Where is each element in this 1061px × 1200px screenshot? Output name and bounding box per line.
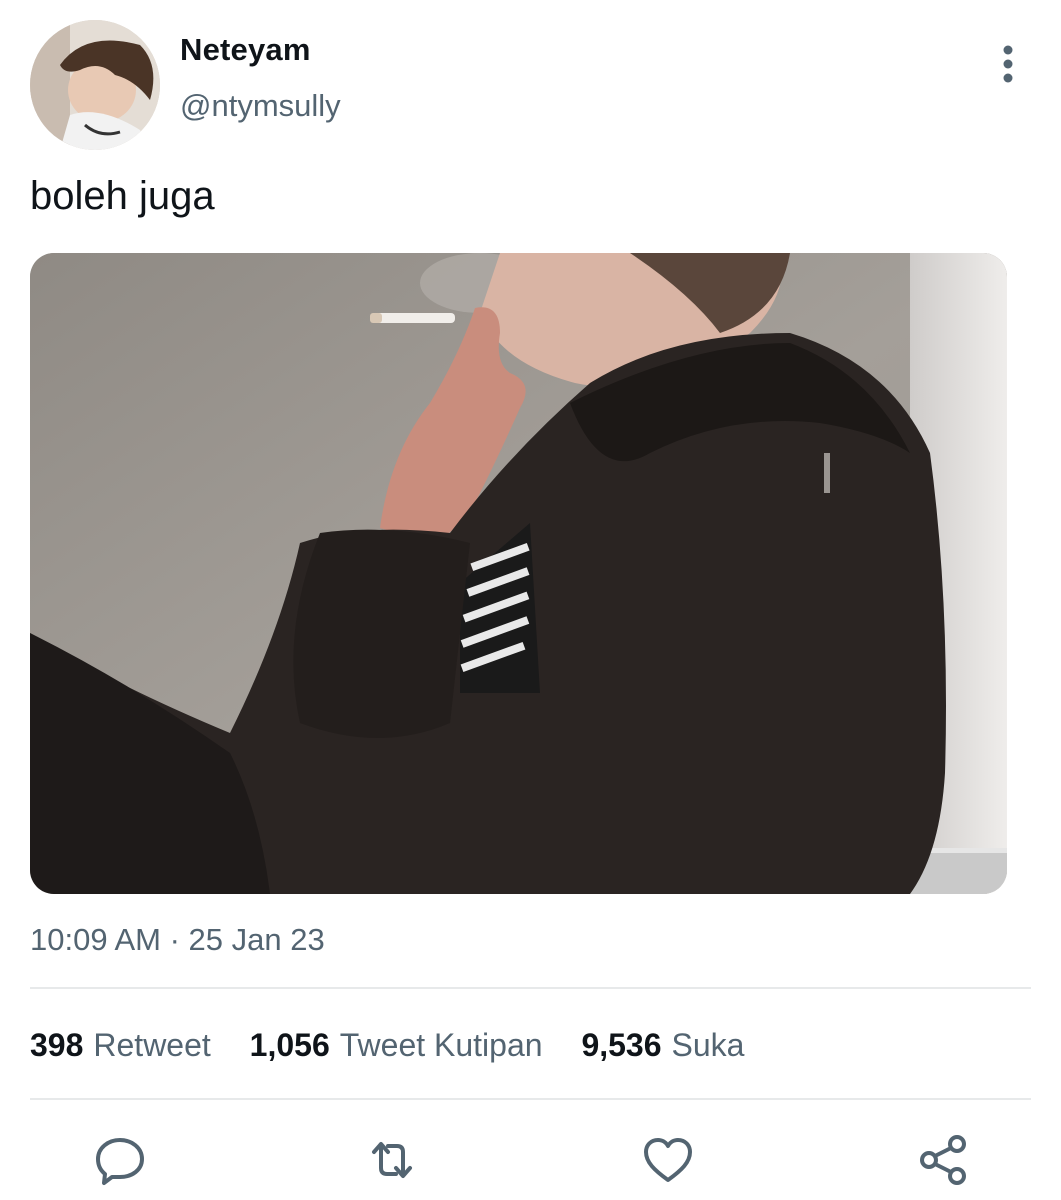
like-icon (644, 1138, 692, 1182)
avatar[interactable] (30, 20, 160, 150)
like-count[interactable]: 9,536 Suka (581, 1027, 744, 1064)
share-icon (920, 1135, 966, 1185)
retweet-count-label: Retweet (93, 1027, 211, 1063)
like-count-label: Suka (671, 1027, 745, 1063)
retweet-button[interactable] (364, 1132, 420, 1188)
tweet-photo[interactable] (30, 253, 1007, 894)
quote-count-value: 1,056 (249, 1027, 330, 1063)
divider (30, 987, 1031, 989)
divider (30, 1098, 1031, 1100)
reply-button[interactable] (92, 1132, 148, 1188)
tweet-stats: 398 Retweet 1,056 Tweet Kutipan 9,536 Suka (30, 1027, 774, 1064)
like-count-value: 9,536 (581, 1027, 662, 1063)
author-display-name[interactable]: Neteyam (180, 32, 311, 68)
share-button[interactable] (915, 1132, 971, 1188)
reply-icon (96, 1138, 144, 1185)
more-vertical-icon (1003, 45, 1013, 83)
retweet-icon (372, 1142, 412, 1178)
retweet-count-value: 398 (30, 1027, 84, 1063)
avatar-photo (30, 20, 160, 150)
retweet-count[interactable]: 398 Retweet (30, 1027, 211, 1064)
tweet-text: boleh juga (30, 174, 215, 218)
more-options-button[interactable] (988, 40, 1028, 88)
quote-count[interactable]: 1,056 Tweet Kutipan (250, 1027, 543, 1064)
author-handle[interactable]: @ntymsully (180, 88, 341, 124)
tweet-timestamp[interactable]: 10:09 AM · 25 Jan 23 (30, 922, 325, 958)
like-button[interactable] (640, 1132, 696, 1188)
quote-count-label: Tweet Kutipan (339, 1027, 543, 1063)
photo-image (30, 253, 1007, 894)
